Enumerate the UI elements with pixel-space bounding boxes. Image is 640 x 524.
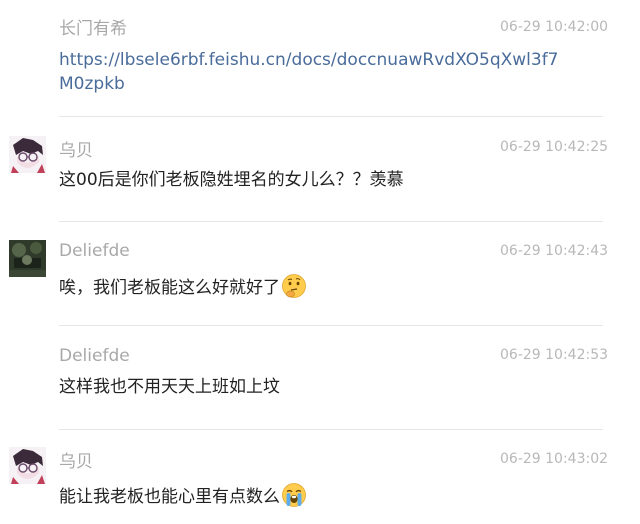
message-timestamp: 06-29 10:42:25 <box>500 139 609 155</box>
thinking-face-emoji-icon <box>282 274 306 298</box>
sender-name[interactable]: Deliefde <box>59 345 130 367</box>
user-avatar[interactable] <box>9 136 46 173</box>
chat-message: 乌贝 06-29 10:43:02 能让我老板也能心里有点数么 <box>0 430 640 524</box>
message-text: 能让我老板也能心里有点数么 <box>59 482 307 509</box>
message-text: 唉，我们老板能这么好就好了 <box>59 273 307 300</box>
message-timestamp: 06-29 10:43:02 <box>500 451 609 467</box>
message-timestamp: 06-29 10:42:53 <box>500 347 609 363</box>
anime-glasses-avatar-icon <box>9 447 46 484</box>
sender-name[interactable]: Deliefde <box>59 240 130 262</box>
message-timestamp: 06-29 10:42:43 <box>500 243 609 259</box>
message-divider <box>59 116 603 117</box>
message-text-content: 唉，我们老板能这么好就好了 <box>59 278 280 298</box>
message-text: 这样我也不用天天上班如上坟 <box>59 377 280 397</box>
message-timestamp: 06-29 10:42:00 <box>500 19 609 35</box>
message-text: 这00后是你们老板隐姓埋名的女儿么？？羡慕 <box>59 170 404 190</box>
chat-thread: 长门有希 06-29 10:42:00 https://lbsele6rbf.f… <box>0 0 640 524</box>
chat-message: 乌贝 06-29 10:42:25 这00后是你们老板隐姓埋名的女儿么？？羡慕 <box>0 118 640 222</box>
link-text-line1[interactable]: https://lbsele6rbf.feishu.cn/docs/doccnu… <box>59 50 559 70</box>
sender-name[interactable]: 长门有希 <box>59 18 127 40</box>
anime-glasses-avatar-icon <box>9 136 46 173</box>
message-text-content: 能让我老板也能心里有点数么 <box>59 487 280 507</box>
user-avatar[interactable] <box>9 447 46 484</box>
dark-photo-avatar-icon <box>9 240 46 277</box>
user-avatar[interactable] <box>9 240 46 277</box>
chat-message: Deliefde 06-29 10:42:53 这样我也不用天天上班如上坟 <box>0 326 640 430</box>
chat-message: Deliefde 06-29 10:42:43 唉，我们老板能这么好就好了 <box>0 222 640 326</box>
crying-face-emoji-icon <box>282 483 306 507</box>
sender-name[interactable]: 乌贝 <box>59 451 93 473</box>
message-link[interactable]: https://lbsele6rbf.feishu.cn/docs/doccnu… <box>59 48 589 96</box>
link-text-line2[interactable]: M0zpkb <box>59 74 125 94</box>
chat-message: 长门有希 06-29 10:42:00 https://lbsele6rbf.f… <box>0 0 640 118</box>
sender-name[interactable]: 乌贝 <box>59 140 93 162</box>
